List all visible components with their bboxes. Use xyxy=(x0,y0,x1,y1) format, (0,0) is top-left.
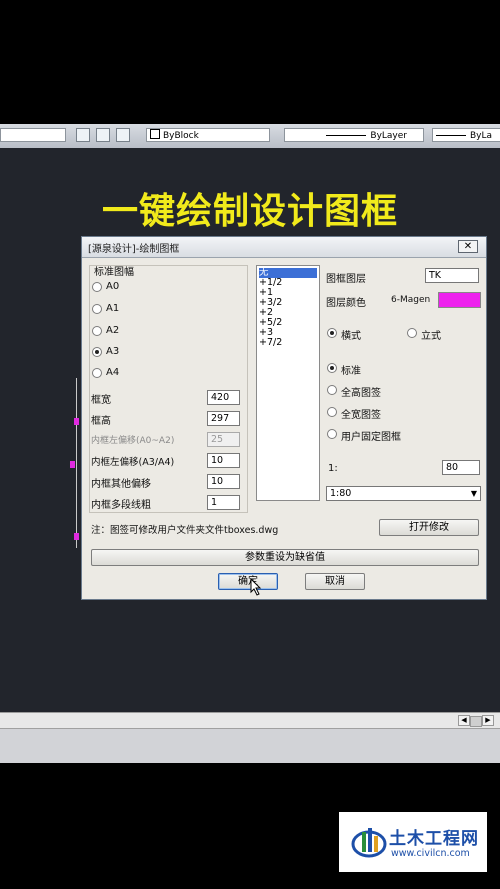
grip-marker[interactable] xyxy=(70,461,75,468)
inner-polyline-width-input[interactable]: 1 xyxy=(207,495,240,510)
watermark-url: www.civilcn.com xyxy=(391,848,470,859)
frame-width-label: 框宽 xyxy=(91,395,111,406)
lineweight-control-value: ByLa xyxy=(470,131,493,141)
radio-full-height-sign[interactable] xyxy=(327,385,337,395)
ratio-input[interactable]: 80 xyxy=(442,460,480,475)
lineweight-preview xyxy=(436,135,466,136)
frame-line xyxy=(76,378,77,548)
radio-landscape[interactable] xyxy=(327,328,337,338)
inner-left-offset-a0a2-label: 内框左偏移(A0~A2) xyxy=(91,436,175,446)
radio-standard[interactable] xyxy=(327,363,337,373)
radio-a4-label: A4 xyxy=(106,367,120,378)
reset-defaults-button[interactable]: 参数重设为缺省值 xyxy=(91,549,479,566)
radio-landscape-label: 横式 xyxy=(341,331,361,342)
chevron-down-icon: ▼ xyxy=(470,489,477,498)
radio-a1[interactable] xyxy=(92,304,102,314)
radio-full-width-sign[interactable] xyxy=(327,407,337,417)
watermark: 土木工程网 www.civilcn.com xyxy=(339,812,487,872)
scroll-left-icon[interactable]: ◀ xyxy=(458,715,470,726)
layer-color-label: 图层颜色 xyxy=(326,298,366,309)
note-text: 注：图签可修改用户文件夹文件tboxes.dwg xyxy=(91,525,279,536)
frame-width-input[interactable]: 420 xyxy=(207,390,240,405)
layer-input[interactable]: TK xyxy=(425,268,479,283)
radio-full-width-sign-label: 全宽图签 xyxy=(341,410,381,421)
inner-left-offset-a3a4-input[interactable]: 10 xyxy=(207,453,240,468)
radio-portrait[interactable] xyxy=(407,328,417,338)
inner-other-offset-input[interactable]: 10 xyxy=(207,474,240,489)
inner-left-offset-a0a2-input[interactable]: 25 xyxy=(207,432,240,447)
radio-full-height-sign-label: 全高图签 xyxy=(341,388,381,399)
mouse-cursor-icon xyxy=(250,578,262,596)
scroll-right-icon[interactable]: ▶ xyxy=(482,715,494,726)
close-icon: ✕ xyxy=(463,241,473,252)
inner-polyline-width-label: 内框多段线粗 xyxy=(91,500,151,511)
inner-left-offset-a3a4-label: 内框左偏移(A3/A4) xyxy=(91,457,175,468)
layer-properties-icon[interactable] xyxy=(76,128,90,142)
layer-state-field[interactable] xyxy=(0,128,66,142)
ok-button[interactable]: 确定 xyxy=(218,573,278,590)
layer-previous-icon[interactable] xyxy=(96,128,110,142)
extension-listbox[interactable]: 无 +1/2 +1 +3/2 +2 +5/2 +3 +7/2 xyxy=(256,265,320,501)
list-item[interactable]: +7/2 xyxy=(259,338,317,348)
linetype-preview xyxy=(326,135,367,136)
radio-a3[interactable] xyxy=(92,347,102,357)
radio-a2[interactable] xyxy=(92,326,102,336)
radio-user-fixed-frame-label: 用户固定图框 xyxy=(341,432,401,443)
inner-other-offset-label: 内框其他偏移 xyxy=(91,479,151,490)
dialog-title: [源泉设计]-绘制图框 xyxy=(88,244,180,255)
horizontal-scrollbar[interactable]: ◀ ▶ xyxy=(0,712,500,729)
layer-color-swatch[interactable] xyxy=(438,292,481,308)
radio-portrait-label: 立式 xyxy=(421,331,441,342)
linetype-control[interactable]: ByLayer xyxy=(284,128,424,142)
radio-a2-label: A2 xyxy=(106,325,120,336)
scroll-thumb[interactable] xyxy=(470,716,482,727)
frame-height-label: 框高 xyxy=(91,416,111,427)
scale-combo-value: 1:80 xyxy=(330,488,352,499)
grip-marker[interactable] xyxy=(74,533,79,540)
layer-match-icon[interactable] xyxy=(116,128,130,142)
draw-frame-dialog: [源泉设计]-绘制图框 ✕ 标准图幅 A0 A1 A2 A3 A4 框宽 420… xyxy=(81,236,487,600)
dialog-titlebar[interactable]: [源泉设计]-绘制图框 ✕ xyxy=(82,237,486,258)
watermark-name: 土木工程网 xyxy=(389,829,479,849)
radio-a0[interactable] xyxy=(92,282,102,292)
paper-group-label: 标准图幅 xyxy=(94,267,134,278)
linetype-control-value: ByLayer xyxy=(370,131,407,141)
radio-user-fixed-frame[interactable] xyxy=(327,429,337,439)
color-control[interactable]: ByBlock xyxy=(146,128,270,142)
radio-a3-label: A3 xyxy=(106,346,120,357)
radio-standard-label: 标准 xyxy=(341,366,361,377)
radio-a4[interactable] xyxy=(92,368,102,378)
status-bar xyxy=(0,728,500,763)
cancel-button[interactable]: 取消 xyxy=(305,573,365,590)
layer-label: 图框图层 xyxy=(326,274,366,285)
open-modify-button[interactable]: 打开修改 xyxy=(379,519,479,536)
scale-combo[interactable]: 1:80 ▼ xyxy=(326,486,481,501)
lineweight-control[interactable]: ByLa xyxy=(432,128,500,142)
color-control-value: ByBlock xyxy=(163,131,199,141)
radio-a0-label: A0 xyxy=(106,281,120,292)
grip-marker[interactable] xyxy=(74,418,79,425)
properties-toolbar: ByBlock ByLayer ByLa xyxy=(0,124,500,149)
layer-color-value: 6-Magen xyxy=(391,295,431,305)
frame-height-input[interactable]: 297 xyxy=(207,411,240,426)
color-swatch-icon xyxy=(150,129,160,139)
radio-a1-label: A1 xyxy=(106,303,120,314)
civilcn-logo-icon xyxy=(351,828,387,858)
ratio-label: 1: xyxy=(328,463,338,474)
close-button[interactable]: ✕ xyxy=(458,240,478,253)
headline-caption: 一键绘制设计图框 xyxy=(101,191,398,232)
